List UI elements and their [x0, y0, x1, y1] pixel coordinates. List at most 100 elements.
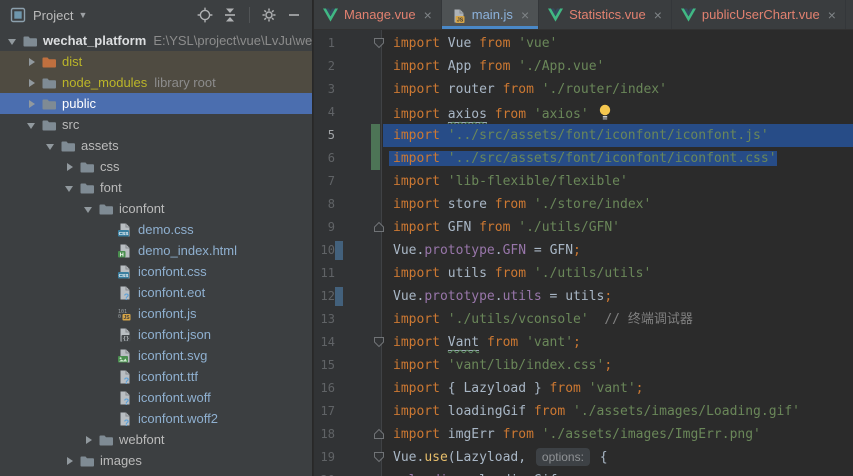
fold-start-icon[interactable] [373, 451, 385, 463]
code-line-13[interactable]: 13 import './utils/vconsole' // 终端调试器 [314, 308, 853, 331]
settings-icon[interactable] [261, 7, 277, 23]
code-line-8[interactable]: 8 import store from './store/index' [314, 193, 853, 216]
gutter-cell: 5 [314, 124, 387, 170]
select-opened-file-icon[interactable] [197, 7, 213, 23]
code-text[interactable]: import axios from 'axios' [387, 101, 853, 124]
code-line-11[interactable]: 11 import utils from './utils/utils' [314, 262, 853, 285]
tree-item-demo_index.html[interactable]: Hdemo_index.html [0, 240, 312, 261]
chevron-down-icon[interactable]: ▼ [78, 10, 87, 20]
tree-item-iconfont.js[interactable]: 101 0 JS iconfont.js [0, 303, 312, 324]
code-line-12[interactable]: 12 Vue.prototype.utils = utils; [314, 285, 853, 308]
line-number: 19 [320, 450, 335, 464]
editor-tab-main.js[interactable]: JS main.js × [441, 0, 540, 29]
code-text[interactable]: import { Lazyload } from 'vant'; [387, 377, 853, 400]
editor-tab-Manage.vue[interactable]: Manage.vue × [314, 0, 442, 29]
editor-tab-publicUserChart.vue[interactable]: publicUserChart.vue × [672, 0, 846, 29]
code-text[interactable]: import imgErr from './assets/images/ImgE… [387, 423, 853, 446]
tree-item-iconfont.eot[interactable]: ? iconfont.eot [0, 282, 312, 303]
project-tree: wechat_platform E:\YSL\project\vue\LvJu\w… [0, 30, 312, 476]
collapse-arrow-icon[interactable] [82, 198, 97, 219]
svg-text:JS: JS [123, 315, 130, 321]
code-line-17[interactable]: 17 import loadingGif from './assets/image… [314, 400, 853, 423]
code-text[interactable]: import App from './App.vue' [387, 55, 853, 78]
code-line-4[interactable]: 4 import axios from 'axios' [314, 101, 853, 124]
collapse-arrow-icon[interactable] [44, 135, 59, 156]
tree-item-iconfont[interactable]: iconfont [0, 198, 312, 219]
code-text[interactable]: import utils from './utils/utils' [387, 262, 853, 285]
tree-item-webfont[interactable]: webfont [0, 429, 312, 450]
expand-arrow-icon[interactable] [25, 72, 40, 93]
fold-end-icon[interactable] [373, 428, 385, 440]
expand-arrow-icon[interactable] [63, 156, 78, 177]
code-line-14[interactable]: 14 import Vant from 'vant'; [314, 331, 853, 354]
expand-arrow-icon[interactable] [25, 51, 40, 72]
code-line-2[interactable]: 2 import App from './App.vue' [314, 55, 853, 78]
fold-end-icon[interactable] [373, 221, 385, 233]
collapse-all-icon[interactable] [222, 7, 238, 23]
code-editor[interactable]: 1 import Vue from 'vue' 2 import App from '… [314, 30, 853, 476]
code-line-19[interactable]: 19 Vue.use(Lazyload, options: { [314, 446, 853, 469]
tree-item-iconfont.json[interactable]: {} iconfont.json [0, 324, 312, 345]
code-line-16[interactable]: 16 import { Lazyload } from 'vant'; [314, 377, 853, 400]
code-line-3[interactable]: 3 import router from './router/index' [314, 78, 853, 101]
tree-item-public[interactable]: public [0, 93, 312, 114]
code-text[interactable]: Vue.prototype.utils = utils; [387, 285, 853, 308]
tab-close-icon[interactable]: × [828, 8, 836, 22]
tree-item-dist[interactable]: dist [0, 51, 312, 72]
code-line-9[interactable]: 9 import GFN from './utils/GFN' [314, 216, 853, 239]
fold-start-icon[interactable] [373, 336, 385, 348]
tree-item-font[interactable]: font [0, 177, 312, 198]
tab-close-icon[interactable]: × [654, 8, 662, 22]
tree-item-iconfont.woff2[interactable]: ? iconfont.woff2 [0, 408, 312, 429]
line-number: 20 [321, 469, 335, 476]
expand-arrow-icon[interactable] [63, 450, 78, 471]
tree-item-css[interactable]: css [0, 156, 312, 177]
tree-item-node_modules[interactable]: node_modules library root [0, 72, 312, 93]
tree-item-demo.css[interactable]: CSS demo.css [0, 219, 312, 240]
editor-tab-Statistics.vue[interactable]: Statistics.vue × [539, 0, 672, 29]
intention-bulb-icon[interactable] [598, 104, 612, 125]
tree-item-images[interactable]: images [0, 450, 312, 471]
code-text[interactable]: import './utils/vconsole' // 终端调试器 [387, 308, 853, 331]
code-text[interactable]: import loadingGif from './assets/images/… [387, 400, 853, 423]
code-line-7[interactable]: 7 import 'lib-flexible/flexible' [314, 170, 853, 193]
tab-close-icon[interactable]: × [424, 8, 432, 22]
code-text[interactable]: import router from './router/index' [387, 78, 853, 101]
code-text[interactable]: import 'vant/lib/index.css'; [387, 354, 853, 377]
tree-item-iconfont.ttf[interactable]: ? iconfont.ttf [0, 366, 312, 387]
code-line-6[interactable]: 6 import '../src/assets/font/iconfont/ico… [314, 147, 853, 170]
tree-item-iconfont.svg[interactable]: iconfont.svg [0, 345, 312, 366]
collapse-arrow-icon[interactable] [6, 30, 21, 51]
code-text[interactable]: import 'lib-flexible/flexible' [387, 170, 853, 193]
code-line-15[interactable]: 15 import 'vant/lib/index.css'; [314, 354, 853, 377]
hide-icon[interactable] [286, 7, 302, 23]
code-line-10[interactable]: 10 Vue.prototype.GFN = GFN; [314, 239, 853, 262]
code-token: import [393, 404, 448, 419]
collapse-arrow-icon[interactable] [63, 177, 78, 198]
code-text[interactable]: Vue.prototype.GFN = GFN; [387, 239, 853, 262]
code-text[interactable]: import store from './store/index' [387, 193, 853, 216]
code-text[interactable]: import Vue from 'vue' [387, 32, 853, 55]
tree-item-iconfont.css[interactable]: CSS iconfont.css [0, 261, 312, 282]
expand-arrow-icon[interactable] [25, 93, 40, 114]
code-text[interactable]: import '../src/assets/font/iconfont/icon… [387, 147, 853, 170]
tree-item-wechat_platform[interactable]: wechat_platform E:\YSL\project\vue\LvJu\w… [0, 30, 312, 51]
fold-start-icon[interactable] [373, 37, 385, 49]
tree-item-src[interactable]: src [0, 114, 312, 135]
tab-close-icon[interactable]: × [521, 8, 529, 22]
code-text[interactable]: loading: loadingGif, [387, 469, 853, 476]
collapse-arrow-icon[interactable] [25, 114, 40, 135]
code-line-18[interactable]: 18 import imgErr from './assets/images/Im… [314, 423, 853, 446]
expand-arrow-icon[interactable] [63, 471, 78, 476]
tree-item-assets[interactable]: assets [0, 135, 312, 156]
tree-item-iconfont.woff[interactable]: ? iconfont.woff [0, 387, 312, 408]
code-text[interactable]: Vue.use(Lazyload, options: { [387, 446, 853, 469]
code-line-5[interactable]: 5 import '../src/assets/font/iconfont/ico… [314, 124, 853, 170]
expand-arrow-icon[interactable] [82, 429, 97, 450]
code-text[interactable]: import Vant from 'vant'; [387, 331, 853, 354]
code-text[interactable]: import GFN from './utils/GFN' [387, 216, 853, 239]
code-line-20[interactable]: 20 loading: loadingGif, [314, 469, 853, 476]
code-line-1[interactable]: 1 import Vue from 'vue' [314, 32, 853, 55]
code-text[interactable]: import '../src/assets/font/iconfont/icon… [383, 124, 853, 147]
tree-item-partial[interactable] [0, 471, 312, 476]
